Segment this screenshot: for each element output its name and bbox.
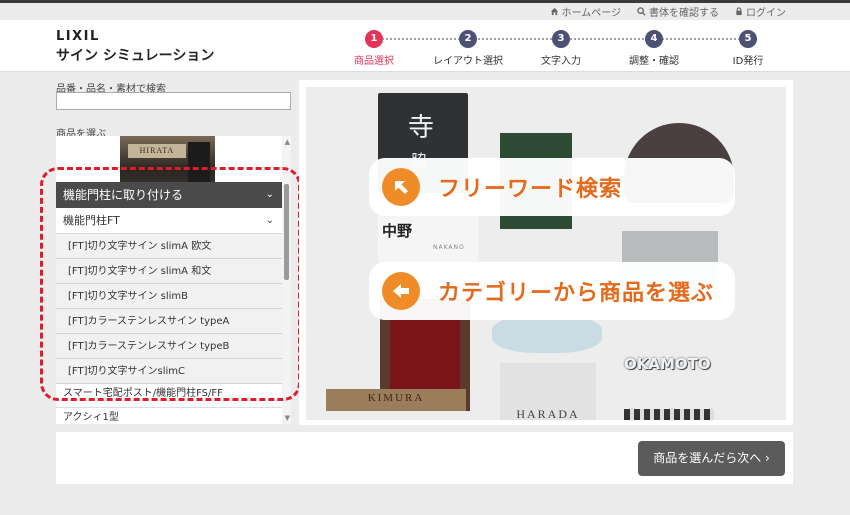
hero-panel: 寺 脇 中野 NAKANO OKAMOTO KIMURA HARADA フリーワ… (299, 80, 793, 425)
step-5-label: ID発行 (732, 56, 764, 67)
scroll-up-arrow-icon[interactable]: ▲ (285, 138, 290, 146)
next-button[interactable]: 商品を選んだら次へ › (638, 441, 785, 476)
sign-sample-text-kimura: KIMURA (367, 392, 425, 404)
login-link[interactable]: ログイン (735, 4, 786, 19)
sign-sample-cutout-letters: 中野 NAKANO (378, 212, 478, 262)
list-item[interactable]: [FT]切り文字サイン slimA 欧文 (56, 234, 282, 259)
step-5: 5 ID発行 (702, 27, 794, 67)
list-item[interactable]: [FT]切り文字サイン slimB (56, 284, 282, 309)
list-item[interactable]: [FT]カラーステンレスサイン typeA (56, 309, 282, 334)
sign-sample-text-okamoto: OKAMOTO (624, 355, 711, 373)
header: LIXIL サイン シミュレーション 1 商品選択 2 レイアウト選択 3 文字… (0, 20, 850, 72)
category-group-header[interactable]: 機能門柱に取り付ける ⌄ (56, 182, 282, 208)
step-4-number: 4 (645, 30, 663, 48)
step-3: 3 文字入力 (515, 27, 607, 67)
list-item[interactable]: [FT]カラーステンレスサイン typeB (56, 334, 282, 359)
step-2-label: レイアウト選択 (433, 56, 503, 67)
product-collage: 寺 脇 中野 NAKANO OKAMOTO KIMURA HARADA フリーワ… (306, 87, 786, 420)
category-group-label: 機能門柱に取り付ける (63, 188, 184, 202)
login-link-label: ログイン (746, 7, 786, 19)
list-item[interactable]: アクシィ1型 (56, 408, 282, 424)
category-subgroup-label: 機能門柱FT (63, 214, 120, 227)
step-1-label: 商品選択 (354, 56, 394, 67)
arrow-left-icon (382, 272, 420, 310)
step-5-number: 5 (739, 30, 757, 48)
step-4-label: 調整・確認 (629, 56, 679, 67)
sign-sample-text-nakano: NAKANO (433, 244, 465, 251)
callout-category-select: カテゴリーから商品を選ぶ (369, 262, 735, 320)
step-3-label: 文字入力 (541, 56, 581, 67)
thumbnail-nameplate: HIRATA (128, 144, 186, 158)
sign-sample-marble: HARADA (500, 363, 596, 420)
list-item[interactable]: [FT]切り文字サインslimC (56, 359, 282, 384)
step-indicator: 1 商品選択 2 レイアウト選択 3 文字入力 4 調整・確認 5 ID発行 (346, 27, 776, 67)
category-panel: HIRATA 機能門柱に取り付ける ⌄ 機能門柱FT ⌄ [FT]切り文字サイン… (56, 136, 291, 424)
step-1: 1 商品選択 (328, 27, 420, 67)
sign-sample-red-glass (390, 309, 460, 399)
search-input[interactable] (56, 92, 291, 110)
callout-freeword-search: フリーワード検索 (369, 158, 735, 216)
step-2-number: 2 (459, 30, 477, 48)
home-icon (550, 7, 558, 15)
app-title: サイン シミュレーション (56, 48, 215, 64)
list-item[interactable]: スマート宅配ポスト/機能門柱FS/FF (56, 384, 282, 408)
sign-sample-glass-oval (492, 315, 602, 353)
sign-sample-stripe-plate (624, 409, 714, 420)
home-link[interactable]: ホームページ (550, 4, 622, 19)
search-icon (637, 6, 646, 16)
home-link-label: ホームページ (561, 7, 622, 19)
top-border (0, 0, 850, 3)
catalog-link[interactable]: 書体を確認する (637, 4, 719, 19)
step-4: 4 調整・確認 (608, 27, 700, 67)
lock-icon (736, 6, 742, 15)
step-3-number: 3 (552, 30, 570, 48)
sign-sample-wood-plate: KIMURA (326, 389, 466, 411)
sign-sample-text-nakano-kanji: 中野 (382, 222, 413, 240)
footer-bar: 商品を選んだら次へ › (56, 432, 793, 484)
chevron-down-icon: ⌄ (265, 189, 274, 200)
lixil-logo[interactable]: LIXIL (56, 29, 100, 44)
list-item[interactable]: [FT]切り文字サイン slimA 和文 (56, 259, 282, 284)
step-1-number: 1 (365, 30, 383, 48)
arrow-up-left-icon (382, 168, 420, 206)
utility-nav: ホームページ 書体を確認する ログイン (550, 4, 786, 19)
sign-sample-text-tera: 寺 (408, 113, 435, 143)
sign-sample-text-harada: HARADA (516, 407, 580, 420)
scroll-down-arrow-icon[interactable]: ▼ (285, 414, 290, 422)
callout-freeword-text: フリーワード検索 (438, 177, 623, 202)
category-list: 機能門柱に取り付ける ⌄ 機能門柱FT ⌄ [FT]切り文字サイン slimA … (56, 182, 282, 424)
scrollbar-thumb[interactable] (284, 184, 289, 280)
step-2: 2 レイアウト選択 (422, 27, 514, 67)
callout-category-text: カテゴリーから商品を選ぶ (438, 281, 715, 306)
chevron-down-icon: ⌄ (265, 215, 274, 226)
category-subgroup-header[interactable]: 機能門柱FT ⌄ (56, 208, 282, 234)
catalog-link-label: 書体を確認する (649, 7, 719, 19)
scrollbar[interactable]: ▲ ▼ (282, 136, 291, 424)
